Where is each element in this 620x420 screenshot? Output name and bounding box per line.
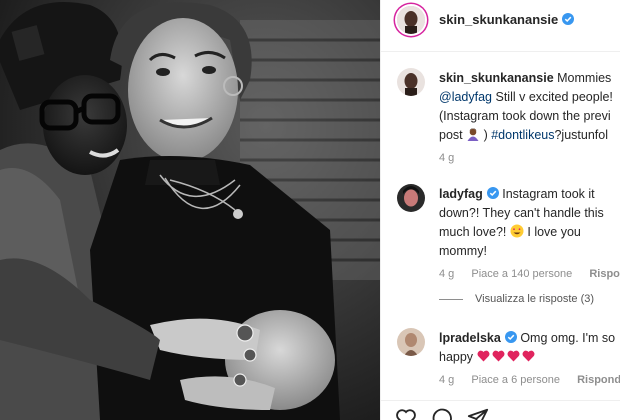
comment-line: down?! They can't handle this bbox=[439, 206, 604, 220]
replies-divider bbox=[439, 298, 463, 300]
heart-eyes-emoji-icon bbox=[510, 224, 524, 238]
comment-likes[interactable]: Piace a 140 persone bbox=[471, 268, 572, 280]
reply-button[interactable]: Rispondi bbox=[589, 268, 620, 280]
caption-mention[interactable]: @ladyfag bbox=[439, 90, 492, 104]
comments-panel: skin_skunkanansie skin_skunkanansie Momm… bbox=[380, 0, 620, 420]
comment-line: happy bbox=[439, 350, 474, 364]
comment-icon[interactable] bbox=[431, 407, 453, 420]
author-avatar[interactable] bbox=[397, 6, 425, 34]
commenter-username[interactable]: lpradelska bbox=[439, 331, 501, 345]
post-photo-image bbox=[0, 0, 380, 420]
comment-line: I love you bbox=[527, 225, 581, 239]
red-heart-emoji-icon bbox=[492, 350, 505, 362]
view-replies-label: Visualizza le risposte (3) bbox=[475, 293, 595, 305]
view-replies-button[interactable]: Visualizza le risposte (3) bbox=[439, 293, 594, 305]
comment-line: Instagram took it bbox=[502, 187, 595, 201]
reply-button[interactable]: Rispondi bbox=[577, 374, 620, 386]
post-photo[interactable] bbox=[0, 0, 380, 420]
comment-time[interactable]: 4 g bbox=[439, 268, 454, 280]
comment-line: much love?! bbox=[439, 225, 507, 239]
caption-author[interactable]: skin_skunkanansie bbox=[439, 71, 554, 85]
verified-badge-icon bbox=[486, 187, 499, 199]
commenter-avatar[interactable] bbox=[397, 328, 425, 356]
heart-icon[interactable] bbox=[395, 407, 417, 420]
caption-line4: post bbox=[439, 128, 463, 142]
author-username[interactable]: skin_skunkanansie bbox=[439, 12, 558, 27]
verified-badge-icon bbox=[562, 13, 575, 25]
post-header: skin_skunkanansie bbox=[381, 0, 620, 52]
comment-time[interactable]: 4 g bbox=[439, 374, 454, 386]
share-icon[interactable] bbox=[467, 407, 489, 420]
caption-time[interactable]: 4 g bbox=[439, 152, 454, 164]
caption-line2: Still v excited people! bbox=[495, 90, 613, 104]
comment-likes[interactable]: Piace a 6 persone bbox=[471, 374, 560, 386]
caption-hashtag[interactable]: #dontlikeus bbox=[491, 128, 554, 142]
action-bar bbox=[381, 400, 620, 420]
comment-line: mommy! bbox=[439, 244, 487, 258]
red-heart-emoji-icon bbox=[507, 350, 520, 362]
red-heart-emoji-icon bbox=[477, 350, 490, 362]
commenter-avatar[interactable] bbox=[397, 184, 425, 212]
caption-avatar[interactable] bbox=[397, 68, 425, 96]
red-heart-emoji-icon bbox=[522, 350, 535, 362]
caption-line1: Mommies bbox=[557, 71, 612, 85]
comment-item: ladyfag Instagram took it down?! They ca… bbox=[381, 170, 620, 288]
commenter-username[interactable]: ladyfag bbox=[439, 187, 483, 201]
comment-line: Omg omg. I'm so bbox=[520, 331, 616, 345]
caption-line4-rest: ?justunfol bbox=[554, 128, 608, 142]
caption-line3: (Instagram took down the previ bbox=[439, 109, 611, 123]
person-emoji-icon bbox=[467, 128, 479, 141]
verified-badge-icon bbox=[504, 331, 517, 343]
comment-item: lpradelska Omg omg. I'm so happy 4 g Pia… bbox=[381, 318, 620, 400]
caption: skin_skunkanansie Mommies @ladyfag Still… bbox=[381, 52, 620, 170]
